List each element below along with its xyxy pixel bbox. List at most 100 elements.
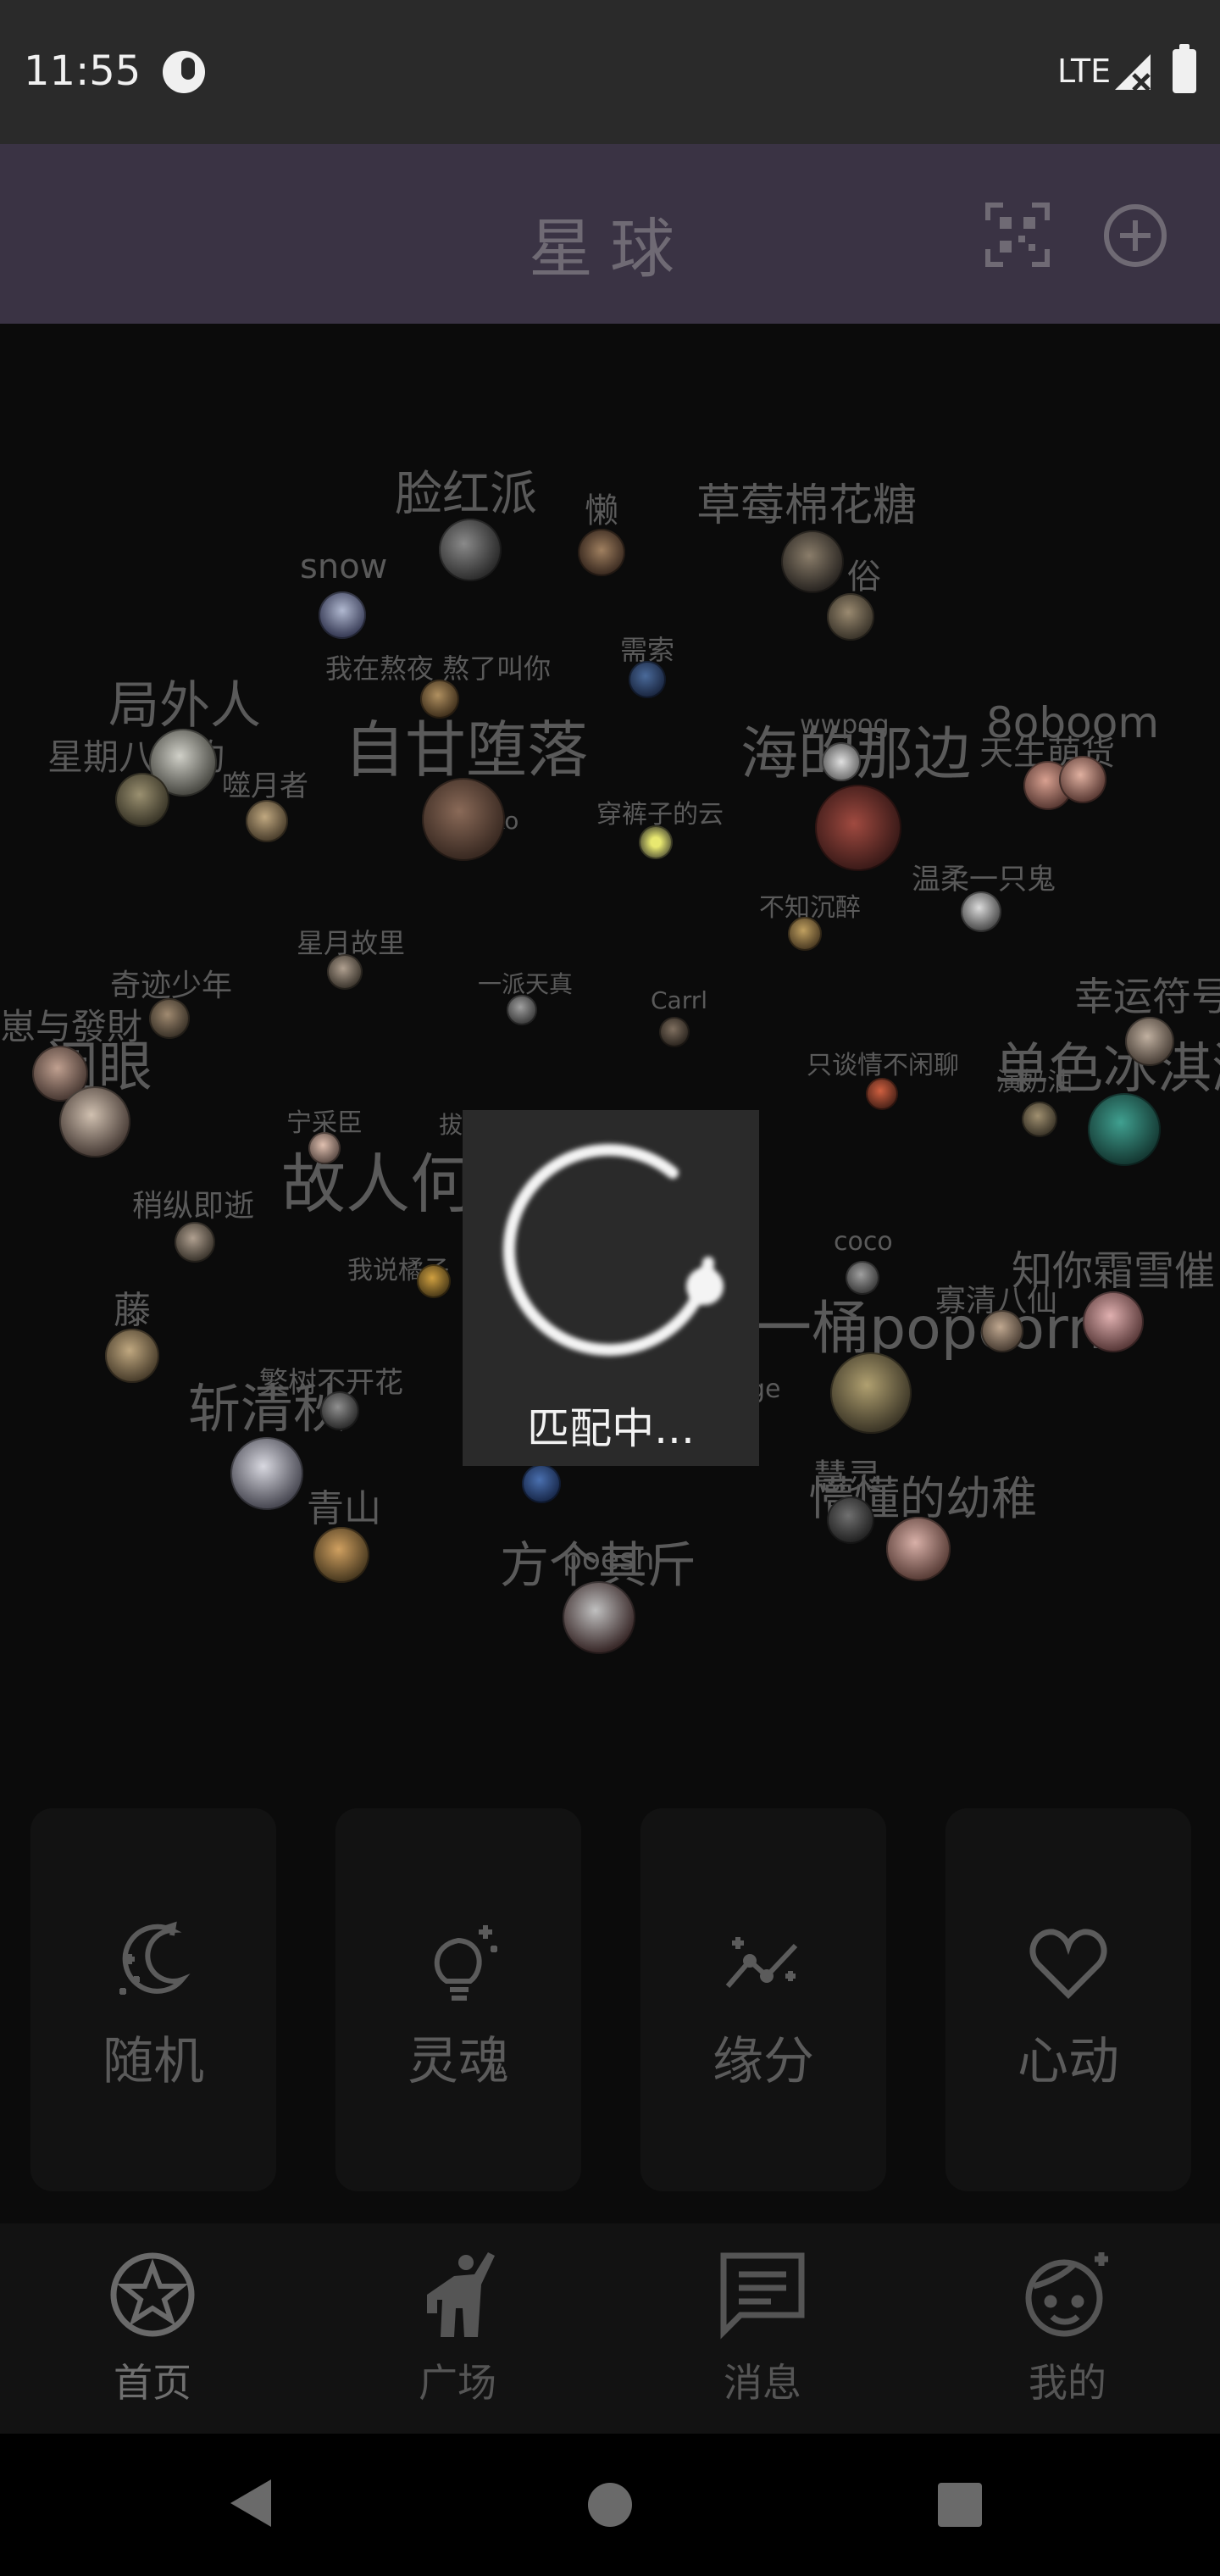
card-label: 心动 (1018, 2032, 1119, 2091)
nickname-label[interactable]: 藤 (114, 1280, 151, 1334)
heart-icon (1029, 1929, 1107, 1999)
match-card-fate[interactable]: 缘分 (640, 1808, 886, 2191)
nickname-label[interactable]: 草莓棉花糖 (696, 469, 917, 533)
user-avatar[interactable] (319, 591, 366, 639)
card-label: 随机 (103, 2032, 204, 2091)
soul-bulb-icon (434, 1925, 497, 2001)
nickname-label[interactable]: 局外人 (108, 664, 261, 738)
user-avatar[interactable] (1125, 1017, 1174, 1066)
nav-label: 首页 (114, 2360, 191, 2406)
signal-icon (1115, 54, 1151, 92)
matching-dialog: 匹配中... (463, 1110, 759, 1466)
profile-face-icon (1025, 2252, 1108, 2337)
user-avatar[interactable] (105, 1329, 159, 1383)
nickname-label[interactable]: 俗 (847, 549, 881, 598)
match-card-random[interactable]: 随机 (30, 1808, 276, 2191)
star-home-icon (110, 2252, 195, 2337)
user-avatar[interactable] (320, 1391, 359, 1430)
user-avatar[interactable] (327, 954, 363, 990)
nickname-label[interactable]: snow (300, 547, 387, 586)
user-avatar[interactable] (830, 1352, 912, 1434)
nickname-label[interactable]: coco (834, 1227, 893, 1257)
user-avatar[interactable] (313, 1527, 369, 1583)
user-avatar[interactable] (981, 1310, 1023, 1352)
user-avatar[interactable] (822, 742, 861, 781)
nickname-label[interactable]: 噬月者 (222, 763, 308, 804)
user-avatar[interactable] (578, 529, 625, 576)
random-moon-icon (119, 1921, 191, 1995)
user-avatar[interactable] (815, 785, 901, 871)
user-avatar[interactable] (827, 1496, 874, 1544)
nickname-label[interactable]: 自甘堕落 (344, 700, 588, 789)
status-time: 11:55 (24, 47, 141, 95)
nickname-label[interactable]: 脸红派 (395, 456, 537, 525)
nav-item-square[interactable]: 广场 (305, 2223, 610, 2434)
user-avatar[interactable] (308, 1132, 341, 1164)
square-person-icon (427, 2252, 495, 2337)
nickname-label[interactable]: 幸运符号 (1074, 966, 1220, 1022)
nickname-label[interactable]: poesh (563, 1542, 655, 1577)
qr-scan-icon[interactable] (984, 202, 1051, 268)
user-avatar[interactable] (230, 1437, 303, 1510)
user-avatar[interactable] (1022, 1102, 1057, 1137)
nav-label: 广场 (419, 2360, 496, 2406)
user-avatar[interactable] (439, 519, 502, 581)
nickname-label[interactable]: wwpog (800, 710, 890, 740)
nav-label: 消息 (724, 2360, 801, 2406)
nav-item-home[interactable]: 首页 (0, 2223, 305, 2434)
user-avatar[interactable] (788, 917, 822, 951)
fate-trend-icon (725, 1937, 798, 1988)
back-icon[interactable] (230, 2479, 271, 2527)
nickname-label[interactable]: 只谈情不闲聊 (807, 1044, 959, 1081)
user-avatar[interactable] (1088, 1093, 1161, 1166)
user-avatar[interactable] (659, 1017, 690, 1047)
card-label: 缘分 (713, 2032, 814, 2091)
user-avatar[interactable] (846, 1261, 879, 1295)
message-icon (720, 2252, 805, 2340)
nickname-label[interactable]: Carrl (651, 986, 707, 1014)
bottom-nav: 首页 广场 消息 我的 (0, 2223, 1220, 2434)
battery-icon (1173, 44, 1196, 93)
user-avatar[interactable] (420, 680, 459, 719)
user-avatar[interactable] (246, 800, 288, 842)
nav-item-profile[interactable]: 我的 (915, 2223, 1220, 2434)
user-avatar[interactable] (1059, 756, 1106, 803)
user-avatar[interactable] (422, 778, 505, 861)
status-bar: 11:55 LTE (0, 0, 1220, 144)
nickname-label[interactable]: 懒 (585, 483, 618, 532)
user-avatar[interactable] (781, 530, 844, 593)
match-card-heartbeat[interactable]: 心动 (946, 1808, 1191, 2191)
user-avatar[interactable] (507, 995, 537, 1025)
card-label: 灵魂 (408, 2032, 509, 2091)
user-avatar[interactable] (639, 825, 673, 859)
nav-item-messages[interactable]: 消息 (610, 2223, 915, 2434)
user-avatar[interactable] (866, 1078, 898, 1110)
loading-spinner-icon (503, 1144, 724, 1357)
user-avatar[interactable] (175, 1222, 215, 1263)
user-avatar[interactable] (115, 773, 169, 827)
user-avatar[interactable] (522, 1464, 561, 1503)
user-avatar[interactable] (827, 593, 874, 641)
planet-cloud[interactable]: 脸红派 懒 草莓棉花糖 snow 俗 我在熬夜 熬了叫你 需索 局外人 星期八的… (0, 324, 1220, 1764)
app-notification-icon (163, 51, 205, 93)
nav-label: 我的 (1029, 2360, 1106, 2406)
recent-apps-icon[interactable] (938, 2483, 982, 2527)
user-avatar[interactable] (417, 1264, 451, 1298)
user-avatar[interactable] (886, 1517, 951, 1581)
match-card-soul[interactable]: 灵魂 (336, 1808, 581, 2191)
add-icon[interactable] (1101, 202, 1169, 269)
user-avatar[interactable] (1083, 1291, 1144, 1352)
nickname-label[interactable]: 青山 (307, 1478, 381, 1532)
user-avatar[interactable] (961, 891, 1001, 932)
network-type: LTE (1057, 53, 1112, 90)
app-header: 星球 (0, 144, 1220, 324)
nickname-label[interactable]: 演奶油 (996, 1061, 1073, 1098)
home-icon[interactable] (588, 2483, 632, 2527)
user-avatar[interactable] (149, 998, 190, 1039)
user-avatar[interactable] (629, 661, 666, 698)
nickname-label[interactable]: 稍纵即逝 (132, 1181, 254, 1225)
user-avatar[interactable] (563, 1581, 635, 1654)
loading-text: 匹配中... (527, 1404, 695, 1453)
nickname-label[interactable]: 穿裤子的云 (596, 793, 724, 830)
user-avatar[interactable] (59, 1086, 130, 1158)
